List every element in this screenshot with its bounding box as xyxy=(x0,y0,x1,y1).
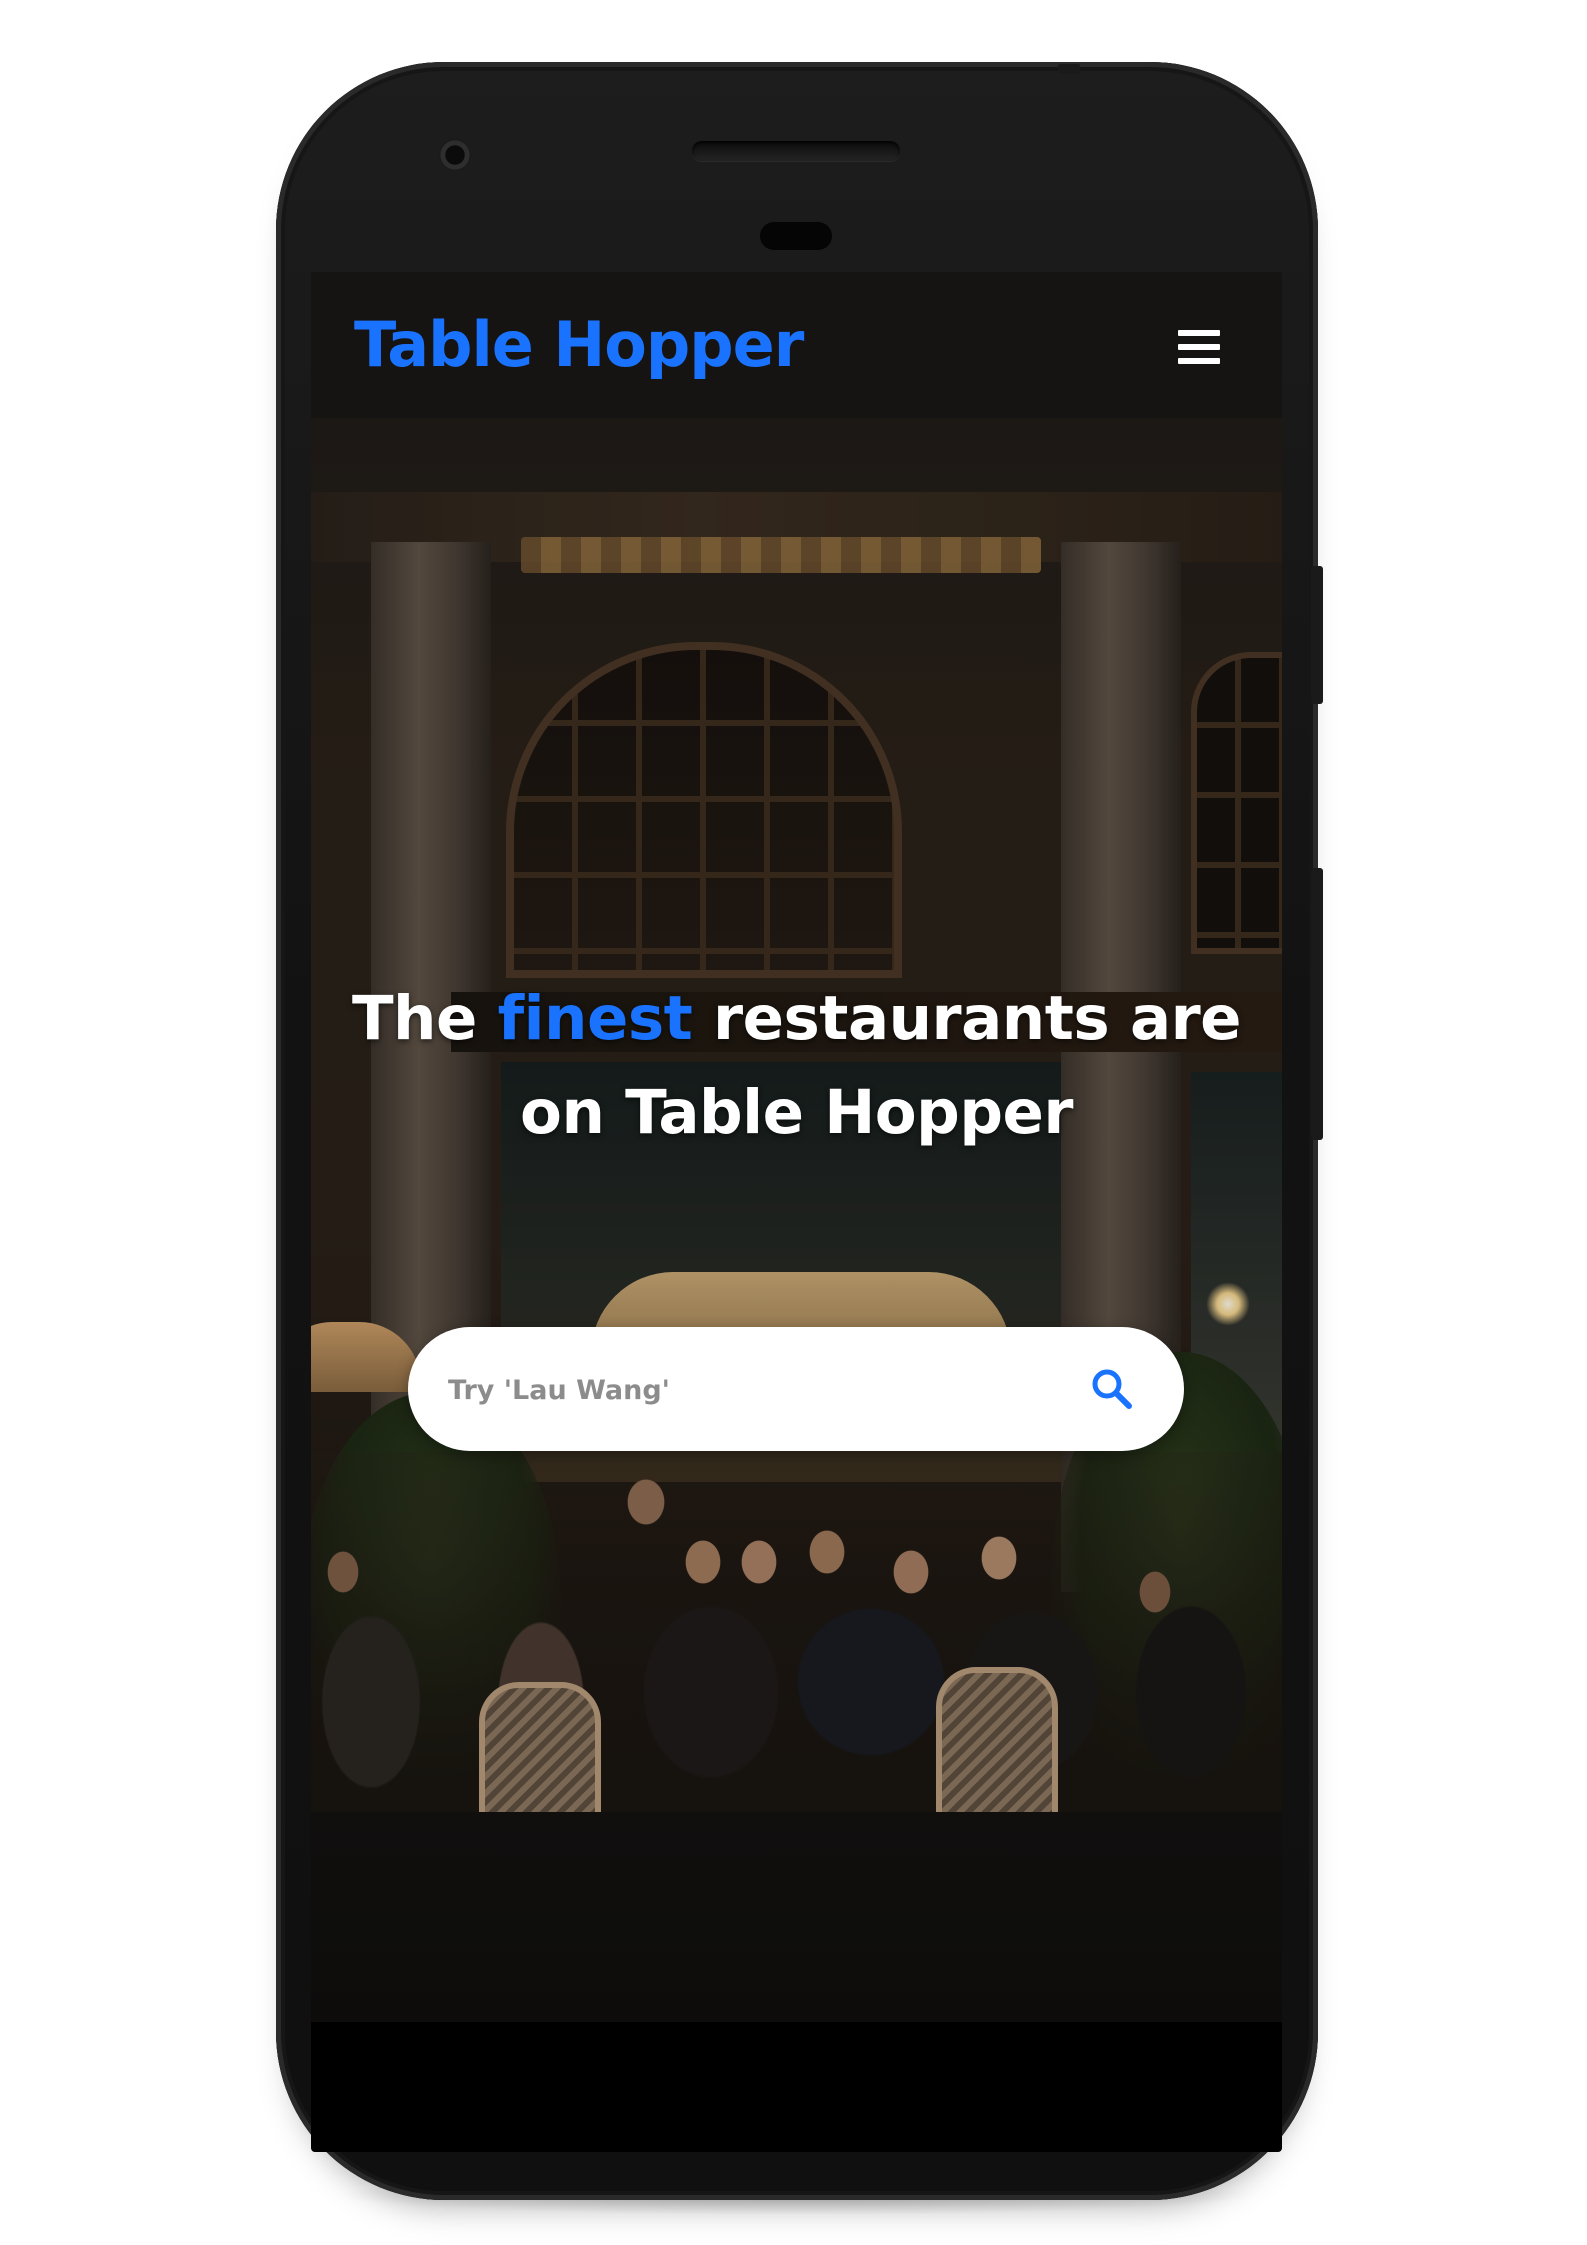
search-input[interactable] xyxy=(446,1357,1070,1423)
power-button xyxy=(1311,566,1323,704)
search-bar xyxy=(408,1327,1184,1451)
earpiece-speaker xyxy=(692,141,900,161)
hero-headline: The finest restaurants are on Table Hopp… xyxy=(351,972,1242,1160)
headline-accent-word: finest xyxy=(497,983,693,1054)
screen-bottom-bar xyxy=(311,2022,1282,2152)
menu-line xyxy=(1178,330,1220,336)
menu-line xyxy=(1178,358,1220,364)
search-icon[interactable] xyxy=(1088,1365,1136,1413)
menu-line xyxy=(1178,344,1220,350)
top-navbar: Table Hopper xyxy=(311,272,1282,418)
brand-logo[interactable]: Table Hopper xyxy=(354,308,804,381)
top-button xyxy=(1058,64,1080,74)
app-screen: Table Hopper The finest restaurants are … xyxy=(311,272,1282,2022)
proximity-sensor xyxy=(760,222,832,250)
front-camera xyxy=(438,138,472,172)
headline-text-before: The xyxy=(351,983,498,1054)
hamburger-menu-icon[interactable] xyxy=(1176,326,1224,370)
volume-button xyxy=(1311,868,1323,1140)
